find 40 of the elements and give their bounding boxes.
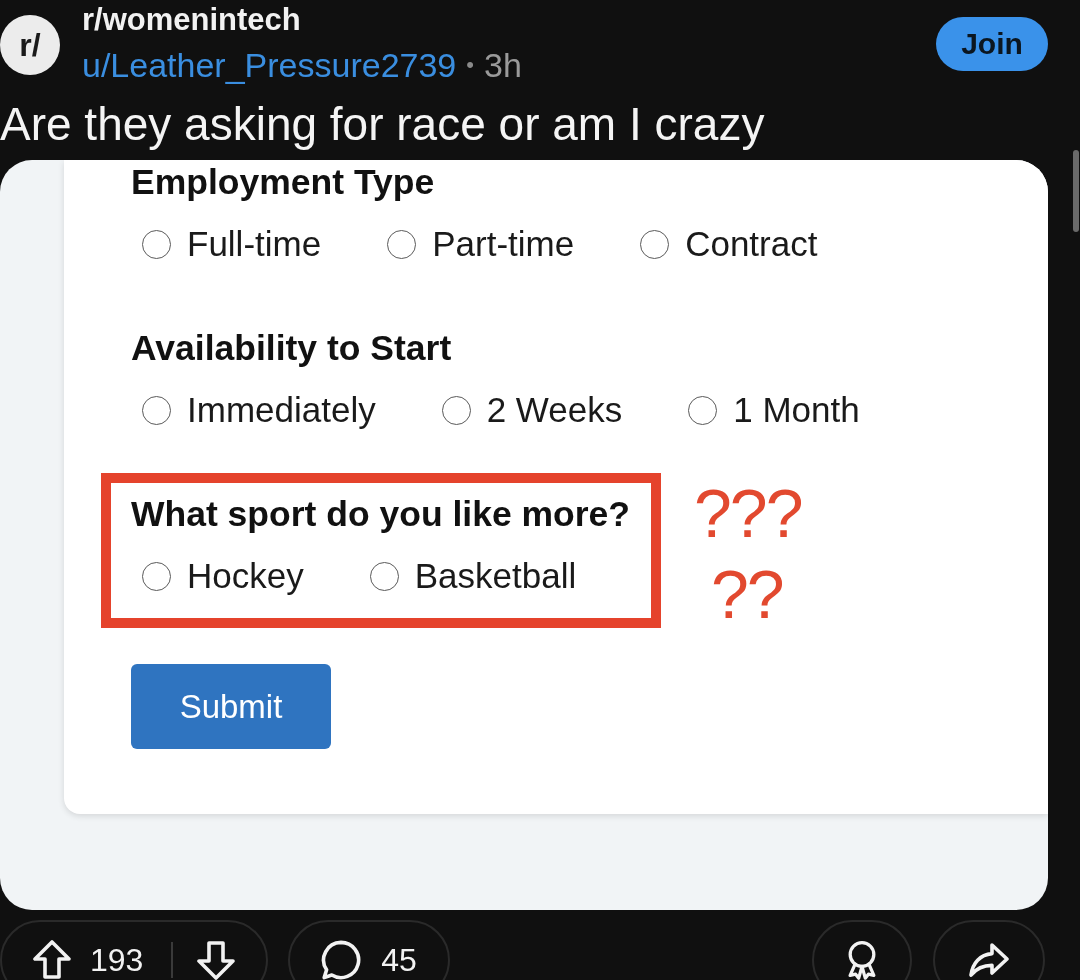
option-label[interactable]: Full-time	[187, 224, 322, 264]
author-link[interactable]: u/Leather_Pressure2739	[82, 45, 457, 85]
question-label: Employment Type	[131, 162, 435, 202]
scrollbar-thumb[interactable]	[1073, 150, 1079, 232]
downvote-button[interactable]	[196, 940, 237, 980]
annotation-text: ??	[711, 555, 783, 634]
radio-button[interactable]	[688, 395, 718, 425]
option-label[interactable]: Immediately	[187, 390, 376, 430]
radio-button[interactable]	[387, 229, 417, 259]
join-button[interactable]: Join	[936, 17, 1048, 71]
share-arrow-icon	[969, 940, 1009, 980]
radio-button[interactable]	[142, 395, 171, 425]
arrow-down-icon	[196, 940, 237, 980]
radio-button[interactable]	[369, 561, 399, 591]
question-label: What sport do you like more?	[131, 494, 630, 534]
vote-count: 193	[90, 941, 144, 979]
share-button[interactable]	[933, 920, 1045, 980]
option-label[interactable]: Part-time	[432, 224, 575, 264]
post-title: Are they asking for race or am I crazy	[0, 99, 765, 149]
annotation-text: ???	[694, 474, 802, 553]
subreddit-name[interactable]: r/womenintech	[82, 0, 301, 40]
option-label[interactable]: 2 Weeks	[486, 390, 623, 430]
post-age: 3h	[483, 45, 522, 85]
comments-button[interactable]: 45	[288, 920, 450, 980]
question-label: Availability to Start	[131, 328, 452, 368]
arrow-up-icon	[32, 940, 72, 980]
award-button[interactable]	[812, 920, 912, 980]
speech-bubble-icon	[321, 940, 362, 980]
separator-dot: •	[466, 52, 474, 78]
submit-button[interactable]: Submit	[131, 664, 331, 749]
radio-button[interactable]	[142, 561, 171, 591]
upvote-button[interactable]	[32, 940, 72, 980]
option-label[interactable]: Basketball	[414, 556, 577, 596]
radio-button[interactable]	[142, 229, 171, 259]
option-label[interactable]: 1 Month	[733, 390, 860, 430]
option-label[interactable]: Contract	[685, 224, 818, 264]
radio-button[interactable]	[640, 229, 670, 259]
subreddit-avatar[interactable]: r/	[0, 15, 60, 75]
option-label[interactable]: Hockey	[187, 556, 304, 596]
radio-button[interactable]	[441, 395, 471, 425]
